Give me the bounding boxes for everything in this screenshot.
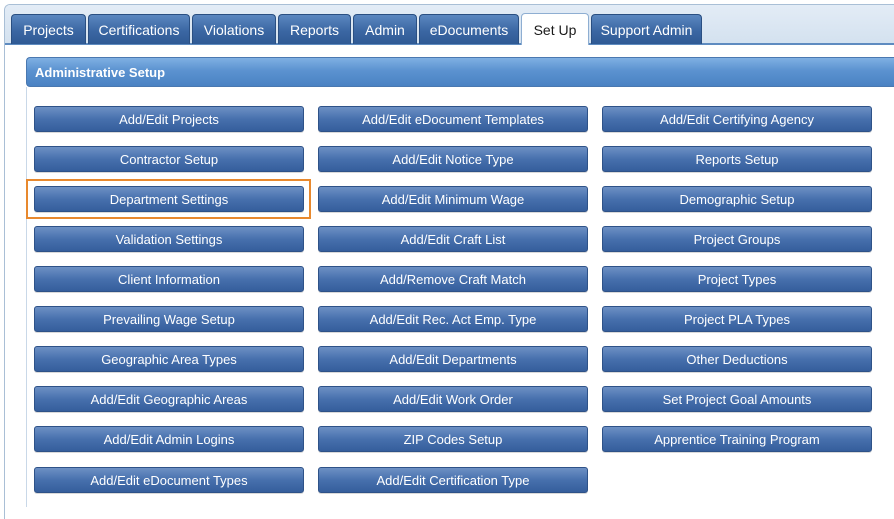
tab-violations[interactable]: Violations [192,14,276,44]
other-deductions-button[interactable]: Other Deductions [602,346,872,372]
tab-support-admin[interactable]: Support Admin [591,14,702,44]
tab-projects[interactable]: Projects [11,14,86,44]
add-remove-craft-match-button[interactable]: Add/Remove Craft Match [318,266,588,292]
geographic-area-types-button[interactable]: Geographic Area Types [34,346,304,372]
client-information-button[interactable]: Client Information [34,266,304,292]
project-types-button[interactable]: Project Types [602,266,872,292]
add-edit-departments-button[interactable]: Add/Edit Departments [318,346,588,372]
contractor-setup-button[interactable]: Contractor Setup [34,146,304,172]
reports-setup-button[interactable]: Reports Setup [602,146,872,172]
apprentice-training-program-button[interactable]: Apprentice Training Program [602,426,872,452]
tab-certifications[interactable]: Certifications [88,14,190,44]
add-edit-certifying-agency-button[interactable]: Add/Edit Certifying Agency [602,106,872,132]
add-edit-notice-type-button[interactable]: Add/Edit Notice Type [318,146,588,172]
add-edit-edocument-types-button[interactable]: Add/Edit eDocument Types [34,467,304,493]
add-edit-certification-type-button[interactable]: Add/Edit Certification Type [318,467,588,493]
add-edit-minimum-wage-button[interactable]: Add/Edit Minimum Wage [318,186,588,212]
tab-edocuments[interactable]: eDocuments [419,14,519,44]
add-edit-craft-list-button[interactable]: Add/Edit Craft List [318,226,588,252]
add-edit-rec-act-emp-type-button[interactable]: Add/Edit Rec. Act Emp. Type [318,306,588,332]
project-pla-types-button[interactable]: Project PLA Types [602,306,872,332]
tab-set-up[interactable]: Set Up [521,13,589,45]
administrative-setup-header: Administrative Setup [26,57,894,87]
zip-codes-setup-button[interactable]: ZIP Codes Setup [318,426,588,452]
department-settings-button[interactable]: Department Settings [34,186,304,212]
demographic-setup-button[interactable]: Demographic Setup [602,186,872,212]
add-edit-geographic-areas-button[interactable]: Add/Edit Geographic Areas [34,386,304,412]
validation-settings-button[interactable]: Validation Settings [34,226,304,252]
add-edit-work-order-button[interactable]: Add/Edit Work Order [318,386,588,412]
add-edit-projects-button[interactable]: Add/Edit Projects [34,106,304,132]
project-groups-button[interactable]: Project Groups [602,226,872,252]
tab-reports[interactable]: Reports [278,14,351,44]
add-edit-admin-logins-button[interactable]: Add/Edit Admin Logins [34,426,304,452]
prevailing-wage-setup-button[interactable]: Prevailing Wage Setup [34,306,304,332]
add-edit-edocument-templates-button[interactable]: Add/Edit eDocument Templates [318,106,588,132]
panel-title: Administrative Setup [35,64,166,80]
set-project-goal-amounts-button[interactable]: Set Project Goal Amounts [602,386,872,412]
tab-admin[interactable]: Admin [353,14,417,44]
